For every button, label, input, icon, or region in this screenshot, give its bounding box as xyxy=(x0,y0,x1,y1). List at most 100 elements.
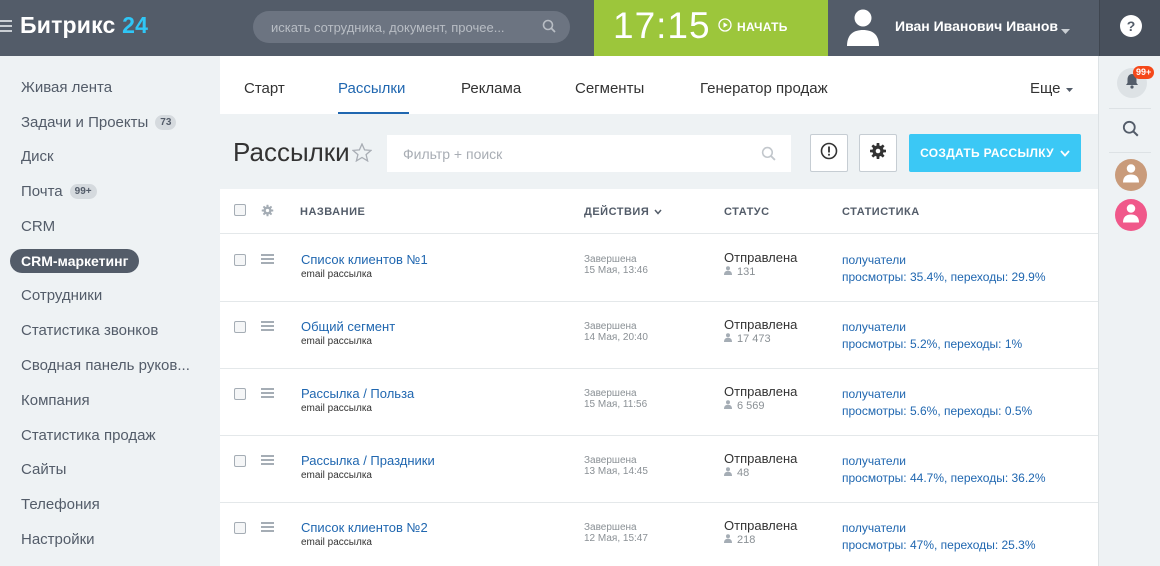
gear-icon[interactable] xyxy=(261,204,274,222)
drag-handle-icon[interactable] xyxy=(261,321,274,333)
table-row[interactable]: Список клиентов №1 email рассылка Заверш… xyxy=(220,235,1098,302)
menu-icon[interactable] xyxy=(0,20,12,34)
contact-avatar[interactable] xyxy=(1115,199,1147,231)
divider xyxy=(1109,152,1151,153)
sidebar-item-crm[interactable]: CRM xyxy=(21,215,55,237)
worktime-widget[interactable]: 17:15 НАЧАТЬ xyxy=(594,0,828,56)
tab-more[interactable]: Еще xyxy=(1030,80,1073,97)
mailing-type: email рассылка xyxy=(301,336,372,347)
filter-search[interactable] xyxy=(387,135,791,172)
drag-handle-icon[interactable] xyxy=(261,522,274,534)
counter-badge: 73 xyxy=(155,114,177,130)
settings-button[interactable] xyxy=(859,134,897,172)
stats-link[interactable]: просмотры: 47%, переходы: 25.3% xyxy=(842,538,1036,552)
row-checkbox[interactable] xyxy=(234,254,246,266)
help-icon[interactable]: ? xyxy=(1120,15,1142,37)
alert-icon xyxy=(820,142,838,165)
filter-input[interactable] xyxy=(388,136,748,171)
action-state: Завершена xyxy=(584,522,637,533)
sidebar-item-label: Сводная панель руков... xyxy=(21,356,190,374)
top-bar: Битрикс 24 17:15 НАЧАТЬ Иван Иванович Ив… xyxy=(0,0,1160,56)
recipients-link[interactable]: получатели xyxy=(842,454,906,468)
sidebar-item-sales-stats[interactable]: Статистика продаж xyxy=(21,424,156,446)
search-icon[interactable] xyxy=(1122,120,1139,142)
recipients-link[interactable]: получатели xyxy=(842,521,906,535)
chevron-down-icon xyxy=(1060,146,1070,160)
mailing-title-link[interactable]: Список клиентов №2 xyxy=(301,520,428,535)
table-row[interactable]: Рассылка / Праздники email рассылка Заве… xyxy=(220,436,1098,503)
stats-link[interactable]: просмотры: 5.6%, переходы: 0.5% xyxy=(842,404,1032,418)
global-search[interactable] xyxy=(253,11,570,43)
column-header-status[interactable]: СТАТУС xyxy=(724,206,770,218)
sidebar-item-sites[interactable]: Сайты xyxy=(21,458,66,480)
alert-button[interactable] xyxy=(810,134,848,172)
drag-handle-icon[interactable] xyxy=(261,388,274,400)
action-state: Завершена xyxy=(584,455,637,466)
column-header-actions-label: ДЕЙСТВИЯ xyxy=(584,206,650,218)
sidebar-item-employees[interactable]: Сотрудники xyxy=(21,284,102,306)
select-all-checkbox[interactable] xyxy=(234,204,246,216)
sidebar-item-label: Компания xyxy=(21,391,90,409)
column-header-actions[interactable]: ДЕЙСТВИЯ xyxy=(584,206,662,218)
row-checkbox[interactable] xyxy=(234,321,246,333)
table-row[interactable]: Рассылка / Польза email рассылка Заверше… xyxy=(220,369,1098,436)
tab-ads[interactable]: Реклама xyxy=(461,80,521,97)
row-checkbox[interactable] xyxy=(234,388,246,400)
table-row[interactable]: Общий сегмент email рассылка Завершена 1… xyxy=(220,302,1098,369)
recipients-value: 131 xyxy=(737,266,756,278)
sidebar-item-dashboard[interactable]: Сводная панель руков... xyxy=(21,354,190,376)
tab-segments[interactable]: Сегменты xyxy=(575,80,644,97)
recipients-link[interactable]: получатели xyxy=(842,253,906,267)
chevron-down-icon xyxy=(1061,22,1070,40)
sidebar-item-label: Статистика продаж xyxy=(21,426,156,444)
sidebar-item-live-feed[interactable]: Живая лента xyxy=(21,76,112,98)
contact-avatar[interactable] xyxy=(1115,159,1147,191)
stats-link[interactable]: просмотры: 44.7%, переходы: 36.2% xyxy=(842,471,1046,485)
mailing-title-link[interactable]: Рассылка / Праздники xyxy=(301,453,435,468)
section-tabs: Старт Рассылки Реклама Сегменты Генерато… xyxy=(220,56,1098,114)
mailing-title-link[interactable]: Рассылка / Польза xyxy=(301,386,414,401)
counter-badge: 99+ xyxy=(69,183,97,199)
mailing-title-link[interactable]: Общий сегмент xyxy=(301,319,395,334)
global-search-input[interactable] xyxy=(253,11,533,43)
sidebar-item-label: Настройки xyxy=(21,530,95,548)
stats-link[interactable]: просмотры: 35.4%, переходы: 29.9% xyxy=(842,270,1046,284)
row-checkbox[interactable] xyxy=(234,455,246,467)
sidebar-item-company[interactable]: Компания xyxy=(21,389,90,411)
recipients-link[interactable]: получатели xyxy=(842,387,906,401)
tab-mailings[interactable]: Рассылки xyxy=(338,80,405,97)
search-icon[interactable] xyxy=(542,19,556,38)
column-header-name[interactable]: НАЗВАНИЕ xyxy=(300,206,365,218)
start-workday-button[interactable]: НАЧАТЬ xyxy=(718,17,788,35)
column-header-stats[interactable]: СТАТИСТИКА xyxy=(842,206,920,218)
user-menu[interactable]: Иван Иванович Иванов xyxy=(828,0,1098,56)
star-icon[interactable] xyxy=(351,142,373,167)
sidebar-item-settings[interactable]: Настройки xyxy=(21,528,95,550)
tab-start[interactable]: Старт xyxy=(244,80,285,97)
sidebar-item-label: Телефония xyxy=(21,495,100,513)
tab-sales-generator[interactable]: Генератор продаж xyxy=(700,80,828,97)
sidebar-item-mail[interactable]: Почта 99+ xyxy=(21,180,97,202)
sidebar-item-crm-marketing[interactable]: CRM-маркетинг xyxy=(10,249,140,273)
table-row[interactable]: Список клиентов №2 email рассылка Заверш… xyxy=(220,503,1098,566)
drag-handle-icon[interactable] xyxy=(261,455,274,467)
mailing-type: email рассылка xyxy=(301,269,372,280)
right-rail: 99+ xyxy=(1098,56,1160,566)
create-mailing-button[interactable]: СОЗДАТЬ РАССЫЛКУ xyxy=(909,134,1081,172)
recipients-value: 17 473 xyxy=(737,333,771,345)
drag-handle-icon[interactable] xyxy=(261,254,274,266)
person-icon xyxy=(724,333,732,345)
search-icon[interactable] xyxy=(761,146,776,166)
sidebar-item-telephony[interactable]: Телефония xyxy=(21,493,100,515)
sidebar-item-disk[interactable]: Диск xyxy=(21,145,54,167)
row-checkbox[interactable] xyxy=(234,522,246,534)
sidebar-item-call-stats[interactable]: Статистика звонков xyxy=(21,319,158,341)
more-label: Еще xyxy=(1030,80,1061,97)
sidebar-item-tasks[interactable]: Задачи и Проекты 73 xyxy=(21,111,177,133)
action-state: Завершена xyxy=(584,321,637,332)
mailing-title-link[interactable]: Список клиентов №1 xyxy=(301,252,428,267)
mailing-type: email рассылка xyxy=(301,470,372,481)
stats-link[interactable]: просмотры: 5.2%, переходы: 1% xyxy=(842,337,1022,351)
recipients-link[interactable]: получатели xyxy=(842,320,906,334)
logo[interactable]: Битрикс 24 xyxy=(20,12,148,39)
